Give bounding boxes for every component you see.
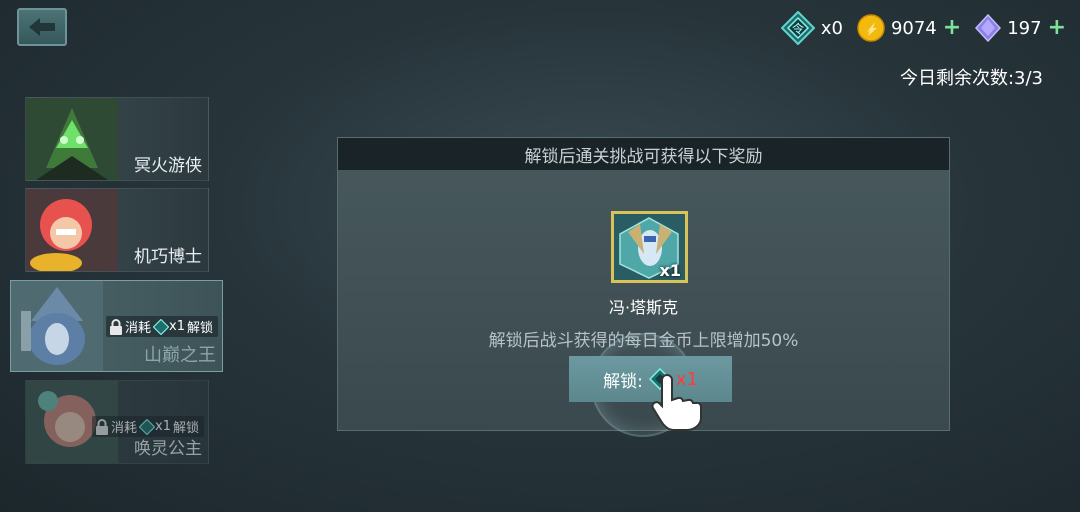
token-icon <box>139 418 156 435</box>
unlock-cost-info: 消耗 x1 解锁 <box>106 316 218 337</box>
hero-card-4[interactable]: 消耗 x1 解锁 唤灵公主 <box>25 380 209 464</box>
lock-qty: x1 <box>155 419 171 434</box>
gold-counter: 9074 + <box>857 14 961 42</box>
hero-portrait <box>26 189 118 271</box>
token-icon: 令 <box>780 11 815 45</box>
add-gem-button[interactable]: + <box>1048 17 1066 39</box>
back-button[interactable] <box>17 8 67 46</box>
pointer-hand-icon <box>651 374 702 431</box>
hero-name: 机巧博士 <box>134 247 202 267</box>
lock-icon <box>110 318 122 335</box>
gem-icon <box>975 14 1002 42</box>
hero-card-3[interactable]: 消耗 x1 解锁 山巅之王 <box>10 280 223 372</box>
hero-name: 冥火游侠 <box>134 156 202 176</box>
hero-portrait <box>26 98 118 180</box>
reward-hero-name: 冯·塔斯克 <box>608 298 679 317</box>
add-gold-button[interactable]: + <box>943 17 961 39</box>
hero-name: 唤灵公主 <box>134 439 202 459</box>
reward-hero-item[interactable]: x1 <box>611 211 688 283</box>
gold-amount: 9074 <box>890 17 937 39</box>
hero-card-2[interactable]: 机巧博士 <box>25 188 209 272</box>
panel-title: 解锁后通关挑战可获得以下奖励 <box>338 138 949 170</box>
lock-qty: x1 <box>169 319 185 334</box>
resource-bar: 令 x0 9074 + 197 + <box>780 10 1080 46</box>
unlock-reward-panel: 解锁后通关挑战可获得以下奖励 x1 冯·塔斯克 解锁后战斗获得的每日金币上限增加… <box>337 137 950 437</box>
svg-text:令: 令 <box>792 21 804 36</box>
token-counter: 令 x0 <box>780 11 843 45</box>
token-icon <box>153 318 170 335</box>
lock-icon <box>96 418 108 435</box>
gold-coin-icon <box>857 14 885 42</box>
remaining-attempts: 今日剩余次数:3/3 <box>899 68 1043 89</box>
gem-counter: 197 + <box>975 14 1066 42</box>
hero-portrait <box>11 281 103 371</box>
token-count: x0 <box>820 17 843 39</box>
reward-count: x1 <box>659 261 681 280</box>
lock-cost-label: 消耗 <box>125 321 152 336</box>
hero-card-1[interactable]: 冥火游侠 <box>25 97 209 181</box>
back-arrow-icon <box>29 18 55 36</box>
unlock-label: 解锁: <box>603 371 643 392</box>
gem-amount: 197 <box>1007 17 1042 39</box>
hero-name: 山巅之王 <box>144 345 216 366</box>
lock-action: 解锁 <box>186 321 213 336</box>
